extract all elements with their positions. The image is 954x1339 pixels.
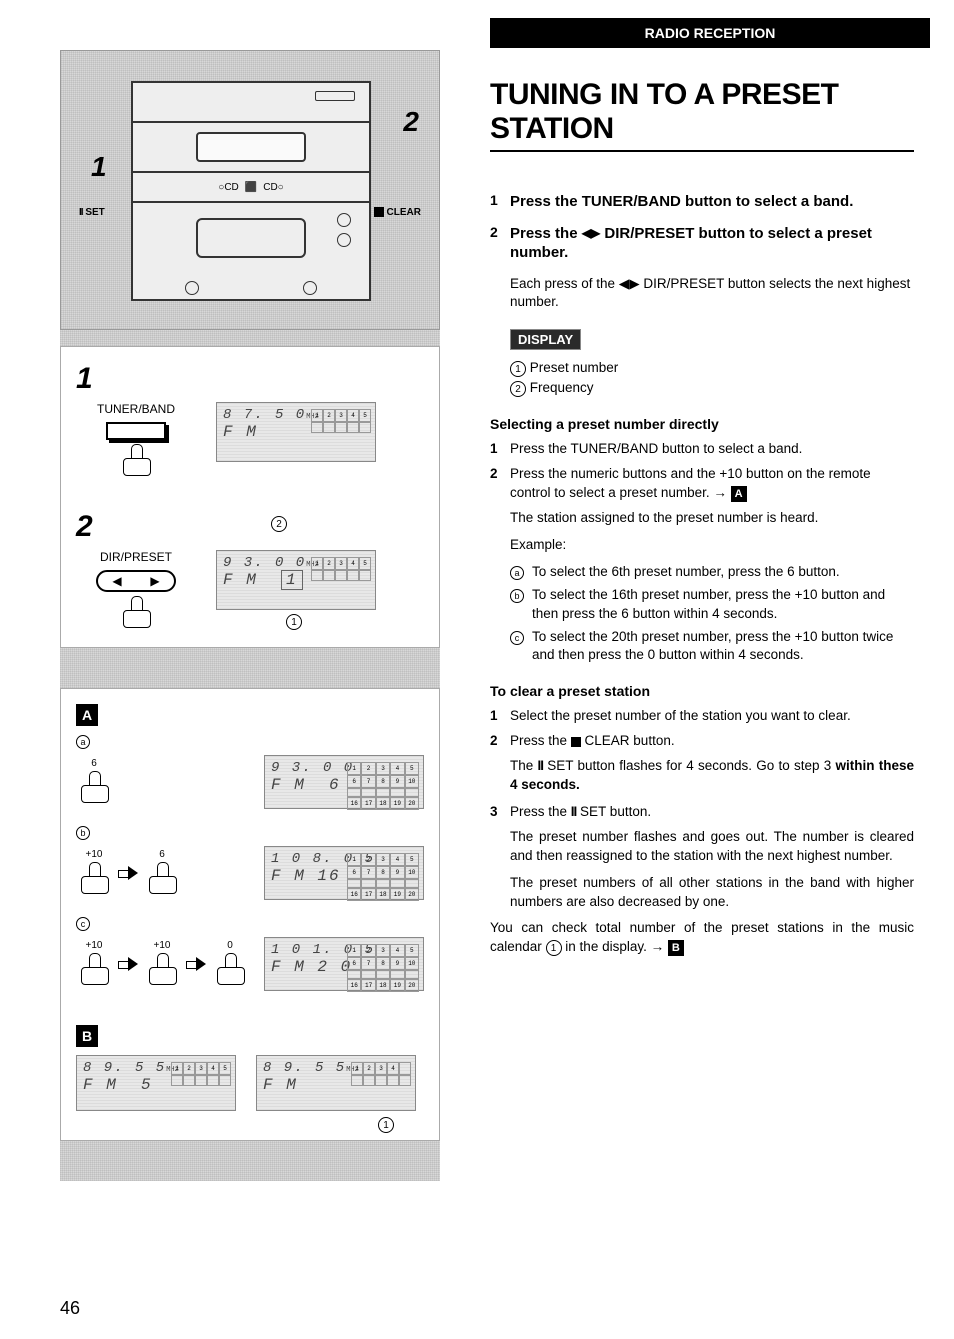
example-b: bTo select the 16th preset number, press… xyxy=(510,586,914,624)
divider-strip xyxy=(60,330,440,346)
arrow-right-icon xyxy=(186,957,206,971)
display-legend: 1 Preset number 2 Frequency xyxy=(510,358,914,399)
hand-press-icon xyxy=(121,596,151,632)
hand-press-icon xyxy=(147,953,177,989)
lcd-step1: 8 7. 5 0MHz F M 12345 xyxy=(216,402,376,462)
selecting-step-1: 1Press the TUNER/BAND button to select a… xyxy=(490,440,914,459)
step2-note: Each press of the ◀▶ DIR/PRESET button s… xyxy=(510,275,914,311)
divider-strip xyxy=(60,1141,440,1181)
hand-press-icon xyxy=(79,771,109,807)
device-callout-1: 1 xyxy=(91,151,107,183)
hand-press-icon xyxy=(79,953,109,989)
page-title: TUNING IN TO A PRESET STATION xyxy=(490,78,914,152)
lcd-a-row-c: 1 0 1. 0 5 F M 2 0 123456789101617181920 xyxy=(264,937,424,991)
clear-step-2-note: The II SET button flashes for 4 seconds.… xyxy=(510,757,914,795)
lcd-a-row-a: 9 3. 0 0 F M 6 123456789101617181920 xyxy=(264,755,424,809)
footer-note: You can check total number of the preset… xyxy=(490,919,914,957)
display-label: DISPLAY xyxy=(510,329,581,350)
box-letter-b: B xyxy=(76,1025,98,1047)
lcd-b-left: 8 9. 5 5MHz F M 5 12345 xyxy=(76,1055,236,1111)
page-number: 46 xyxy=(60,1298,80,1319)
panel-step-1: 1 TUNER/BAND 8 7. 5 0MHz F M 12345 xyxy=(76,362,424,480)
hand-press-icon xyxy=(121,444,151,480)
clear-step-1: 1Select the preset number of the station… xyxy=(490,707,914,726)
example-c: cTo select the 20th preset number, press… xyxy=(510,628,914,666)
lcd-step2: 9 3. 0 0MHz F M 1 12345 xyxy=(216,550,376,610)
clearing-heading: To clear a preset station xyxy=(490,683,914,699)
divider-strip xyxy=(60,648,440,688)
dir-preset-button-icon: ◀▶ xyxy=(96,570,176,592)
device-set-label: II SET xyxy=(79,207,105,218)
step-panels: 1 TUNER/BAND 8 7. 5 0MHz F M 12345 2 xyxy=(60,346,440,648)
clear-step-3-note-1: The preset number flashes and goes out. … xyxy=(510,828,914,866)
right-text-column: RADIO RECEPTION TUNING IN TO A PRESET ST… xyxy=(470,0,954,1339)
panel-step-2: 2 2 DIR/PRESET ◀▶ 9 3. 0 0MHz F M 1 1234… xyxy=(76,510,424,632)
section-header: RADIO RECEPTION xyxy=(490,18,930,48)
device-illustration: ○CD⬛CD○ 1 2 II SET CLEAR xyxy=(60,50,440,330)
hand-press-icon xyxy=(79,862,109,898)
selecting-note-1: The station assigned to the preset numbe… xyxy=(510,509,914,528)
device-callout-2: 2 xyxy=(403,106,419,138)
arrow-right-icon xyxy=(118,866,138,880)
panel-a-b: A a 6 9 3. 0 0 F M 6 1234567891016171819… xyxy=(60,688,440,1141)
tuner-band-label: TUNER/BAND xyxy=(76,402,196,416)
hand-press-icon xyxy=(147,862,177,898)
clear-step-3: 3Press the II SET button. xyxy=(490,803,914,822)
left-diagram-column: ○CD⬛CD○ 1 2 II SET CLEAR 1 xyxy=(0,0,470,1339)
device-clear-label: CLEAR xyxy=(374,207,421,218)
selecting-heading: Selecting a preset number directly xyxy=(490,416,914,432)
tuner-band-button-icon xyxy=(106,422,166,440)
selecting-step-2: 2Press the numeric buttons and the +10 b… xyxy=(490,465,914,503)
box-letter-a: A xyxy=(76,704,98,726)
panel-b-callout: 1 xyxy=(378,1117,394,1133)
hand-press-icon xyxy=(215,953,245,989)
selecting-example-label: Example: xyxy=(510,536,914,555)
dir-preset-label: DIR/PRESET xyxy=(76,550,196,564)
clear-step-2: 2Press the CLEAR button. xyxy=(490,732,914,751)
clear-step-3-note-2: The preset numbers of all other stations… xyxy=(510,874,914,912)
example-a: aTo select the 6th preset number, press … xyxy=(510,563,914,582)
arrow-right-icon xyxy=(118,957,138,971)
main-step-2: 2 Press the ◀▶ DIR/PRESET button to sele… xyxy=(490,224,914,263)
lcd-a-row-b: 1 0 8. 0 5 F M 16 123456789101617181920 xyxy=(264,846,424,900)
lcd-b-right: 8 9. 5 5MHz F M 1234 xyxy=(256,1055,416,1111)
main-step-1: 1 Press the TUNER/BAND button to select … xyxy=(490,192,914,212)
